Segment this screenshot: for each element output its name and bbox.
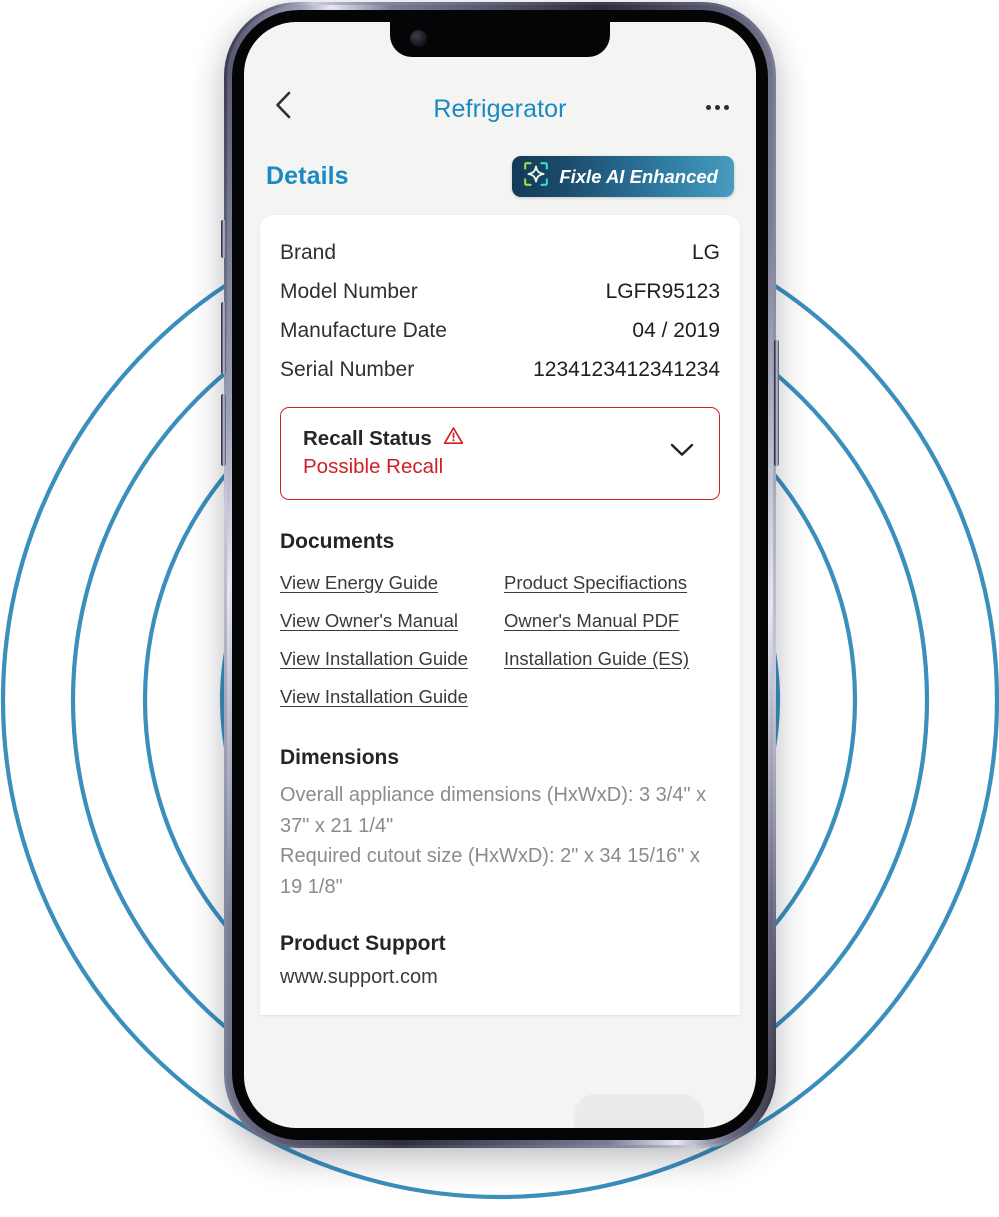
bottom-decorative-shape: [574, 1094, 704, 1128]
documents-link-grid: View Energy Guide Product Specifiactions…: [280, 564, 720, 716]
phone-notch: [390, 22, 610, 57]
chevron-down-icon: [669, 443, 695, 462]
spec-label: Serial Number: [280, 358, 415, 381]
page-title: Refrigerator: [433, 95, 567, 123]
more-options-button[interactable]: [700, 90, 734, 124]
spec-label: Manufacture Date: [280, 319, 447, 342]
recall-status-heading: Recall Status: [303, 426, 464, 451]
document-link[interactable]: Installation Guide (ES): [504, 640, 720, 678]
table-row: Serial Number 1234123412341234: [280, 354, 720, 393]
spec-value: 04 / 2019: [632, 319, 720, 342]
back-button[interactable]: [266, 90, 300, 124]
ai-sparkle-scan-icon: [523, 161, 549, 192]
document-link[interactable]: View Installation Guide: [280, 640, 496, 678]
fixle-ai-enhanced-badge[interactable]: Fixle AI Enhanced: [512, 156, 734, 197]
document-link[interactable]: View Installation Guide: [280, 678, 496, 716]
volume-up-button[interactable]: [221, 302, 226, 374]
fixle-ai-enhanced-label: Fixle AI Enhanced: [559, 165, 718, 187]
product-support-section-title: Product Support: [280, 932, 446, 956]
documents-section-title: Documents: [280, 530, 395, 553]
spec-value: LGFR95123: [605, 280, 720, 303]
table-row: Brand LG: [280, 237, 720, 276]
recall-status-text-group: Recall Status Possible Recall: [303, 426, 464, 479]
support-url-link[interactable]: www.support.com: [280, 966, 720, 989]
details-section-title: Details: [266, 162, 349, 190]
warning-triangle-icon: [443, 426, 464, 451]
spec-value: LG: [691, 241, 720, 264]
dimension-text: Required cutout size (HxWxD): 2" x 34 15…: [280, 845, 700, 898]
volume-down-button[interactable]: [221, 394, 226, 466]
phone-screen: Refrigerator Details Fixle AI Enhanced B…: [244, 22, 756, 1128]
more-horizontal-icon: [705, 104, 729, 110]
spec-label: Model Number: [280, 280, 418, 303]
phone-device-mockup: Refrigerator Details Fixle AI Enhanced B…: [221, 2, 779, 1148]
dimensions-section-title: Dimensions: [280, 746, 400, 769]
table-row: Model Number LGFR95123: [280, 276, 720, 315]
front-camera-icon: [410, 30, 427, 47]
document-link[interactable]: View Owner's Manual: [280, 602, 496, 640]
silent-switch-button[interactable]: [221, 220, 226, 258]
status-badge: Possible Recall: [303, 455, 444, 478]
dimension-text: Overall appliance dimensions (HxWxD): 3 …: [280, 784, 707, 837]
chevron-left-icon: [273, 90, 293, 125]
table-row: Manufacture Date 04 / 2019: [280, 315, 720, 354]
recall-status-label: Recall Status: [303, 426, 432, 450]
spec-value: 1234123412341234: [533, 358, 720, 381]
spec-label: Brand: [280, 241, 337, 264]
recall-expand-button[interactable]: [669, 442, 701, 463]
content-divider: [260, 1015, 740, 1017]
document-link[interactable]: Product Specifiactions: [504, 564, 720, 602]
power-button[interactable]: [774, 340, 779, 466]
document-link[interactable]: View Energy Guide: [280, 564, 496, 602]
details-header-row: Details Fixle AI Enhanced: [244, 132, 756, 197]
recall-status-card[interactable]: Recall Status Possible Recall: [280, 407, 720, 500]
details-content-card: Brand LG Model Number LGFR95123 Manufact…: [260, 215, 740, 1016]
document-link[interactable]: Owner's Manual PDF: [504, 602, 720, 640]
spec-list: Brand LG Model Number LGFR95123 Manufact…: [280, 237, 720, 393]
